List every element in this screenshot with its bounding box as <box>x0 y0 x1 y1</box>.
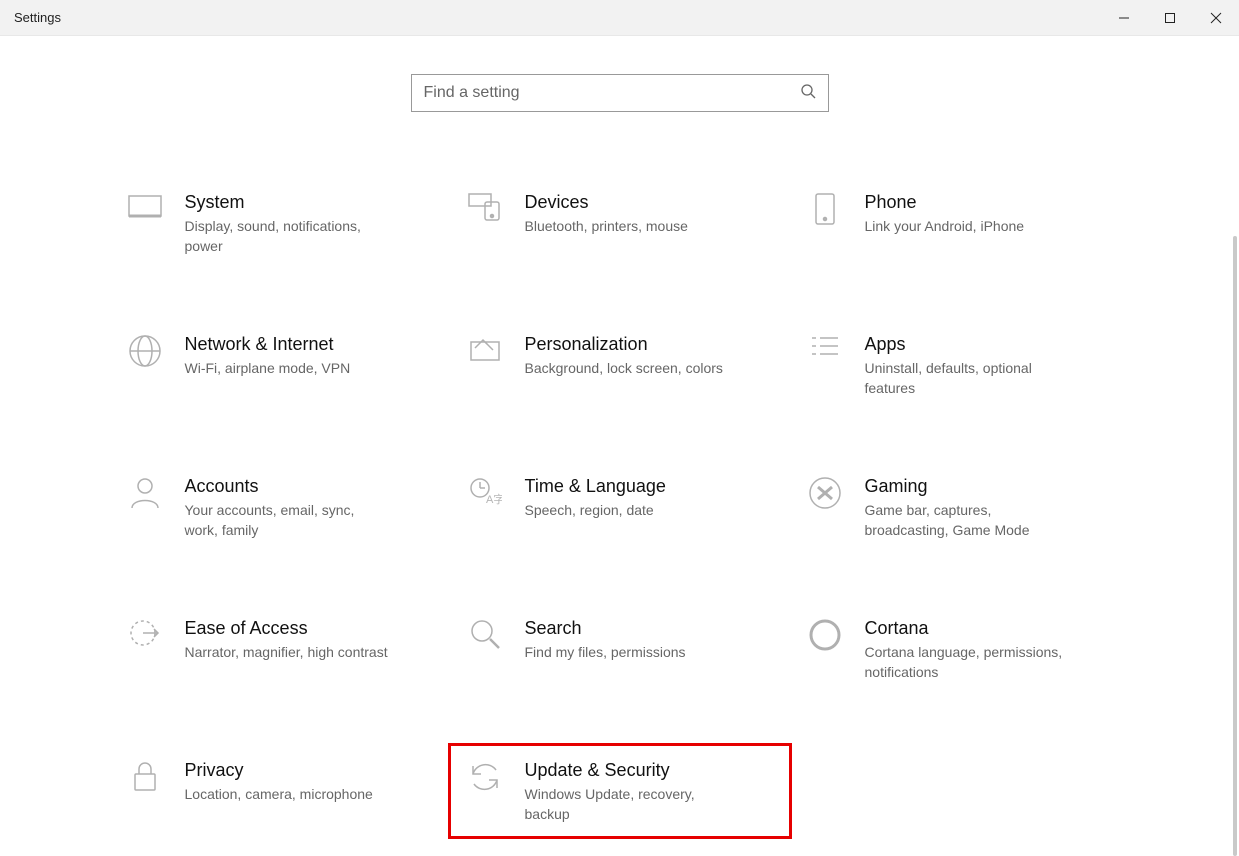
category-desc: Game bar, captures, broadcasting, Game M… <box>865 500 1069 540</box>
category-desc: Windows Update, recovery, backup <box>525 784 729 824</box>
category-title: Update & Security <box>525 758 729 782</box>
close-icon <box>1210 12 1222 24</box>
minimize-button[interactable] <box>1101 0 1147 35</box>
maximize-icon <box>1164 12 1176 24</box>
category-title: Personalization <box>525 332 723 356</box>
category-system[interactable]: SystemDisplay, sound, notifications, pow… <box>115 182 445 264</box>
category-text: AccountsYour accounts, email, sync, work… <box>169 474 389 540</box>
category-text: PrivacyLocation, camera, microphone <box>169 758 373 804</box>
category-personalization[interactable]: PersonalizationBackground, lock screen, … <box>455 324 785 406</box>
category-text: Ease of AccessNarrator, magnifier, high … <box>169 616 388 662</box>
cortana-icon <box>801 616 849 652</box>
category-text: GamingGame bar, captures, broadcasting, … <box>849 474 1069 540</box>
category-title: Accounts <box>185 474 389 498</box>
category-title: System <box>185 190 389 214</box>
update-icon <box>461 758 509 794</box>
category-phone[interactable]: PhoneLink your Android, iPhone <box>795 182 1125 264</box>
category-title: Gaming <box>865 474 1069 498</box>
category-text: CortanaCortana language, permissions, no… <box>849 616 1069 682</box>
category-desc: Background, lock screen, colors <box>525 358 723 378</box>
category-text: SystemDisplay, sound, notifications, pow… <box>169 190 389 256</box>
category-text: Time & LanguageSpeech, region, date <box>509 474 666 520</box>
category-title: Search <box>525 616 686 640</box>
titlebar: Settings <box>0 0 1239 36</box>
category-text: AppsUninstall, defaults, optional featur… <box>849 332 1069 398</box>
search-box[interactable] <box>411 74 829 112</box>
close-button[interactable] <box>1193 0 1239 35</box>
category-desc: Speech, region, date <box>525 500 666 520</box>
category-update[interactable]: Update & SecurityWindows Update, recover… <box>455 750 785 832</box>
maximize-button[interactable] <box>1147 0 1193 35</box>
category-desc: Display, sound, notifications, power <box>185 216 389 256</box>
category-cortana[interactable]: CortanaCortana language, permissions, no… <box>795 608 1125 690</box>
gaming-icon <box>801 474 849 510</box>
window-title: Settings <box>14 10 61 25</box>
category-desc: Cortana language, permissions, notificat… <box>865 642 1069 682</box>
search-wrap <box>0 36 1239 112</box>
ease-icon <box>121 616 169 648</box>
phone-icon <box>801 190 849 226</box>
search-input[interactable] <box>424 84 800 102</box>
category-title: Time & Language <box>525 474 666 498</box>
category-devices[interactable]: DevicesBluetooth, printers, mouse <box>455 182 785 264</box>
category-privacy[interactable]: PrivacyLocation, camera, microphone <box>115 750 445 832</box>
category-desc: Wi-Fi, airplane mode, VPN <box>185 358 351 378</box>
category-text: DevicesBluetooth, printers, mouse <box>509 190 688 236</box>
svg-text:A字: A字 <box>486 492 502 506</box>
category-desc: Location, camera, microphone <box>185 784 373 804</box>
system-icon <box>121 190 169 220</box>
minimize-icon <box>1118 12 1130 24</box>
category-text: PhoneLink your Android, iPhone <box>849 190 1025 236</box>
network-icon <box>121 332 169 368</box>
category-title: Network & Internet <box>185 332 351 356</box>
category-desc: Find my files, permissions <box>525 642 686 662</box>
category-title: Privacy <box>185 758 373 782</box>
category-desc: Bluetooth, printers, mouse <box>525 216 688 236</box>
content-area: SystemDisplay, sound, notifications, pow… <box>0 36 1239 837</box>
apps-icon <box>801 332 849 362</box>
category-title: Apps <box>865 332 1069 356</box>
time-icon: A字 <box>461 474 509 506</box>
category-search[interactable]: SearchFind my files, permissions <box>455 608 785 690</box>
search-icon <box>800 83 816 104</box>
category-desc: Link your Android, iPhone <box>865 216 1025 236</box>
category-text: Network & InternetWi-Fi, airplane mode, … <box>169 332 351 378</box>
personalization-icon <box>461 332 509 364</box>
category-network[interactable]: Network & InternetWi-Fi, airplane mode, … <box>115 324 445 406</box>
category-desc: Narrator, magnifier, high contrast <box>185 642 388 662</box>
category-apps[interactable]: AppsUninstall, defaults, optional featur… <box>795 324 1125 406</box>
search-icon <box>461 616 509 650</box>
category-gaming[interactable]: GamingGame bar, captures, broadcasting, … <box>795 466 1125 548</box>
category-text: Update & SecurityWindows Update, recover… <box>509 758 729 824</box>
category-time[interactable]: A字 Time & LanguageSpeech, region, date <box>455 466 785 548</box>
category-title: Cortana <box>865 616 1069 640</box>
category-text: SearchFind my files, permissions <box>509 616 686 662</box>
category-desc: Your accounts, email, sync, work, family <box>185 500 389 540</box>
category-ease[interactable]: Ease of AccessNarrator, magnifier, high … <box>115 608 445 690</box>
accounts-icon <box>121 474 169 510</box>
category-desc: Uninstall, defaults, optional features <box>865 358 1069 398</box>
category-text: PersonalizationBackground, lock screen, … <box>509 332 723 378</box>
titlebar-controls <box>1101 0 1239 35</box>
categories-grid: SystemDisplay, sound, notifications, pow… <box>115 182 1125 832</box>
category-title: Ease of Access <box>185 616 388 640</box>
privacy-icon <box>121 758 169 794</box>
category-title: Phone <box>865 190 1025 214</box>
category-accounts[interactable]: AccountsYour accounts, email, sync, work… <box>115 466 445 548</box>
category-title: Devices <box>525 190 688 214</box>
scrollbar[interactable] <box>1233 236 1237 856</box>
devices-icon <box>461 190 509 222</box>
